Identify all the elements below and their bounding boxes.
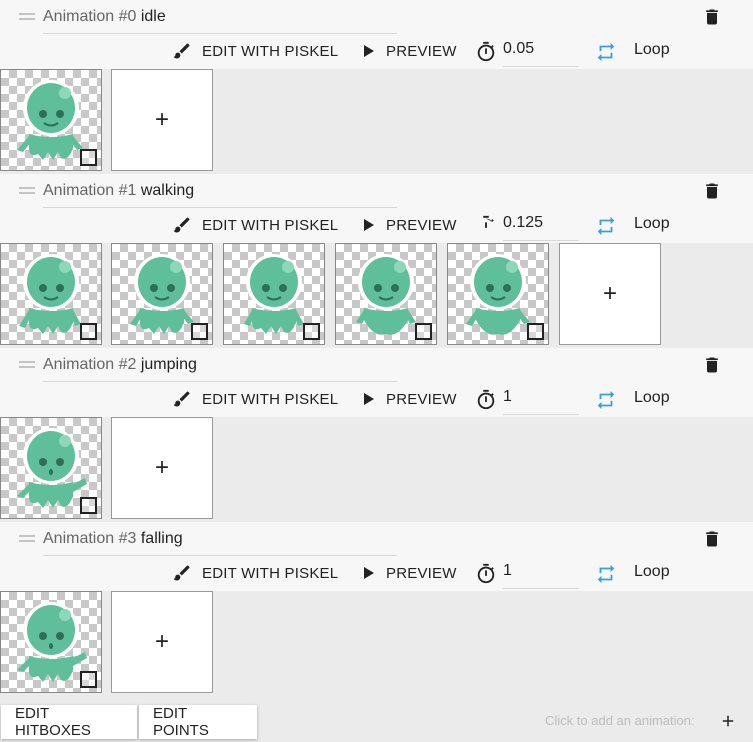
animation-name-field[interactable]: Animation #3 falling [43, 529, 397, 556]
point-marker[interactable] [80, 671, 97, 688]
animation-name-field[interactable]: Animation #1 walking [43, 181, 397, 208]
alien-sprite [244, 254, 304, 334]
animation-name-field[interactable]: Animation #2 jumping [43, 355, 397, 382]
add-frame-button[interactable]: + [111, 591, 213, 693]
animation-1: Animation #1 walking EDIT WITH PISKEL PR… [0, 174, 753, 348]
loop-icon[interactable] [595, 41, 617, 63]
edit-with-piskel-button[interactable]: EDIT WITH PISKEL [172, 34, 338, 68]
trash-icon[interactable] [702, 180, 722, 202]
sprite-frame[interactable] [0, 243, 102, 345]
frame-timer-input[interactable]: 0.125 [503, 211, 579, 241]
edit-with-piskel-button[interactable]: EDIT WITH PISKEL [172, 382, 338, 416]
brush-icon [173, 391, 190, 407]
alien-sprite [130, 254, 194, 334]
animation-2: Animation #2 jumping EDIT WITH PISKEL PR… [0, 348, 753, 522]
edit-points-button[interactable]: EDIT POINTS [139, 705, 257, 739]
loop-label[interactable]: Loop [634, 41, 670, 59]
preview-button[interactable]: PREVIEW [360, 34, 457, 68]
point-marker[interactable] [415, 323, 432, 340]
loop-icon[interactable] [595, 389, 617, 411]
frame-timer-input[interactable]: 0.05 [503, 37, 579, 67]
animation-header: Animation #1 walking EDIT WITH PISKEL PR… [0, 174, 753, 243]
drag-handle-icon[interactable] [19, 535, 35, 543]
animation-toolbar: EDIT WITH PISKEL PREVIEW 1 Loop [0, 382, 753, 416]
timer-icon [483, 215, 494, 228]
footer-bar: EDIT HITBOXES EDIT POINTS Click to add a… [0, 704, 753, 742]
edit-with-piskel-button[interactable]: EDIT WITH PISKEL [172, 208, 338, 242]
frames-list: + [0, 591, 753, 696]
plus-icon[interactable] [719, 712, 737, 730]
trash-icon[interactable] [702, 528, 722, 550]
animation-header: Animation #2 jumping EDIT WITH PISKEL PR… [0, 348, 753, 417]
sprite-frame[interactable] [223, 243, 325, 345]
sprite-frame[interactable] [0, 417, 102, 519]
alien-sprite [356, 254, 416, 335]
preview-button[interactable]: PREVIEW [360, 382, 457, 416]
sprite-frame[interactable] [0, 69, 102, 171]
animation-header: Animation #3 falling EDIT WITH PISKEL PR… [0, 522, 753, 591]
play-icon [364, 567, 374, 579]
trash-icon[interactable] [702, 354, 722, 376]
frames-list: + [0, 69, 753, 174]
sprite-frame[interactable] [111, 243, 213, 345]
frame-timer-input[interactable]: 1 [503, 559, 579, 589]
animation-toolbar: EDIT WITH PISKEL PREVIEW 0.125 Loop [0, 208, 753, 242]
animation-name-field[interactable]: Animation #0 idle [43, 7, 397, 34]
frames-list: + [0, 243, 753, 348]
loop-icon[interactable] [595, 215, 617, 237]
brush-icon [173, 565, 190, 581]
edit-hitboxes-button[interactable]: EDIT HITBOXES [1, 705, 137, 739]
drag-handle-icon[interactable] [19, 187, 35, 195]
animations-editor: Animation #0 idle EDIT WITH PISKEL PREVI… [0, 0, 753, 742]
animation-header: Animation #0 idle EDIT WITH PISKEL PREVI… [0, 0, 753, 69]
alien-sprite [19, 254, 81, 334]
frames-list: + [0, 417, 753, 522]
add-frame-button[interactable]: + [559, 243, 661, 345]
add-frame-button[interactable]: + [111, 417, 213, 519]
animation-3: Animation #3 falling EDIT WITH PISKEL PR… [0, 522, 753, 696]
point-marker[interactable] [80, 497, 97, 514]
play-icon [364, 45, 374, 57]
timer-icon [477, 389, 495, 410]
sprite-frame[interactable] [447, 243, 549, 345]
timer-icon [477, 563, 495, 584]
drag-handle-icon[interactable] [19, 13, 35, 21]
alien-sprite [466, 254, 530, 335]
play-icon [364, 393, 374, 405]
drag-handle-icon[interactable] [19, 361, 35, 369]
alien-sprite [17, 602, 87, 682]
loop-icon[interactable] [595, 563, 617, 585]
brush-icon [173, 43, 190, 59]
point-marker[interactable] [527, 323, 544, 340]
sprite-frame[interactable] [335, 243, 437, 345]
point-marker[interactable] [303, 323, 320, 340]
preview-button[interactable]: PREVIEW [360, 208, 457, 242]
point-marker[interactable] [191, 323, 208, 340]
point-marker[interactable] [80, 323, 97, 340]
timer-icon [477, 41, 495, 62]
sprite-frame[interactable] [0, 591, 102, 693]
alien-sprite [17, 80, 83, 160]
trash-icon[interactable] [702, 6, 722, 28]
alien-sprite [17, 428, 87, 508]
play-icon [364, 219, 374, 231]
point-marker[interactable] [80, 149, 97, 166]
animation-toolbar: EDIT WITH PISKEL PREVIEW 0.05 Loop [0, 34, 753, 68]
edit-with-piskel-button[interactable]: EDIT WITH PISKEL [172, 556, 338, 590]
animation-0: Animation #0 idle EDIT WITH PISKEL PREVI… [0, 0, 753, 174]
loop-label[interactable]: Loop [634, 215, 670, 233]
preview-button[interactable]: PREVIEW [360, 556, 457, 590]
animation-toolbar: EDIT WITH PISKEL PREVIEW 1 Loop [0, 556, 753, 590]
loop-label[interactable]: Loop [634, 389, 670, 407]
add-animation-hint: Click to add an animation: [545, 713, 695, 728]
frame-timer-input[interactable]: 1 [503, 385, 579, 415]
brush-icon [173, 217, 190, 233]
loop-label[interactable]: Loop [634, 563, 670, 581]
add-frame-button[interactable]: + [111, 69, 213, 171]
